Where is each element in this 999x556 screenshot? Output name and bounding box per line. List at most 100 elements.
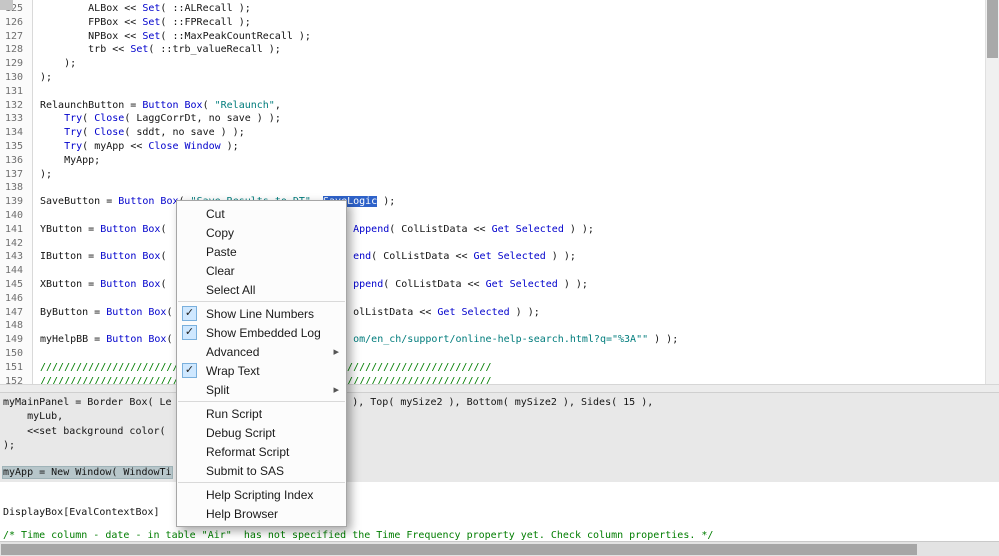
menu-item-submit-to-sas[interactable]: Submit to SAS [177,461,346,480]
menu-icon-spacer [182,282,197,297]
line-number: 138 [0,181,32,195]
log-line: DisplayBox[EvalContextBox] [3,506,160,519]
checkmark-icon: ✓ [182,325,197,340]
line-number: 136 [0,154,32,168]
log-line: myApp = New Window( WindowTi [3,466,172,479]
line-number: 131 [0,85,32,99]
menu-item-help-browser[interactable]: Help Browser [177,504,346,523]
menu-item-split[interactable]: Split▸ [177,380,346,399]
menu-item-advanced[interactable]: Advanced▸ [177,342,346,361]
line-number: 139 [0,195,32,209]
menu-icon-spacer [182,382,197,397]
line-number: 148 [0,319,32,333]
menu-icon-spacer [182,444,197,459]
code-line[interactable]: Try( Close( LaggCorrDt, no save ) ); [40,112,985,126]
line-number: 143 [0,250,32,264]
line-number: 142 [0,237,32,251]
vertical-scrollbar-thumb[interactable] [987,0,998,58]
menu-item-clear[interactable]: Clear [177,261,346,280]
menu-item-label: Show Embedded Log [206,326,339,340]
line-number: 145 [0,278,32,292]
menu-item-label: Cut [206,207,339,221]
menu-item-paste[interactable]: Paste [177,242,346,261]
line-number: 141 [0,223,32,237]
code-line[interactable] [40,181,985,195]
line-number: 149 [0,333,32,347]
menu-icon-spacer [182,344,197,359]
menu-icon-spacer [182,406,197,421]
code-line[interactable]: ); [40,57,985,71]
menu-icon-spacer [182,244,197,259]
line-number: 137 [0,168,32,182]
code-line[interactable]: ); [40,71,985,85]
menu-icon-spacer [182,463,197,478]
code-line[interactable]: MyApp; [40,154,985,168]
menu-item-label: Run Script [206,407,339,421]
jmp-script-editor-window: 1251261271281291301311321331341351361371… [0,0,999,556]
menu-item-label: Paste [206,245,339,259]
pane-splitter[interactable] [0,384,999,393]
menu-item-wrap-text[interactable]: ✓Wrap Text [177,361,346,380]
code-line[interactable]: trb << Set( ::trb_valueRecall ); [40,43,985,57]
horizontal-scrollbar-thumb[interactable] [1,544,917,555]
line-number: 151 [0,361,32,375]
menu-item-debug-script[interactable]: Debug Script [177,423,346,442]
script-editor-pane[interactable]: 1251261271281291301311321331341351361371… [0,0,985,384]
line-number: 132 [0,99,32,113]
menu-item-show-line-numbers[interactable]: ✓ Show Line Numbers [177,304,346,323]
line-number: 126 [0,16,32,30]
line-number: 133 [0,112,32,126]
line-number: 152 [0,375,32,384]
code-line[interactable]: ALBox << Set( ::ALRecall ); [40,2,985,16]
submenu-arrow-icon: ▸ [333,383,339,396]
horizontal-scrollbar[interactable] [0,541,999,556]
code-line[interactable]: NPBox << Set( ::MaxPeakCountRecall ); [40,30,985,44]
line-number: 140 [0,209,32,223]
menu-item-label: Advanced [206,345,333,359]
menu-item-label: Copy [206,226,339,240]
menu-separator [178,482,345,483]
line-number: 150 [0,347,32,361]
line-number: 129 [0,57,32,71]
menu-item-help-scripting-index[interactable]: Help Scripting Index [177,485,346,504]
vertical-scrollbar[interactable] [985,0,999,384]
menu-item-label: Reformat Script [206,445,339,459]
menu-item-label: Help Scripting Index [206,488,339,502]
log-line: myLub, [3,410,63,423]
menu-item-reformat-script[interactable]: Reformat Script [177,442,346,461]
menu-item-label: Submit to SAS [206,464,339,478]
menu-item-label: Split [206,383,333,397]
menu-item-label: Select All [206,283,339,297]
line-number: 130 [0,71,32,85]
menu-icon-spacer [182,425,197,440]
menu-item-copy[interactable]: Copy [177,223,346,242]
menu-item-label: Help Browser [206,507,339,521]
code-line[interactable]: Try( Close( sddt, no save ) ); [40,126,985,140]
embedded-log-pane[interactable]: myMainPanel = Border Box( Le ), Top( myS… [0,393,999,541]
code-line[interactable]: ); [40,168,985,182]
gutter-corner-box [0,0,13,10]
line-number: 135 [0,140,32,154]
code-line[interactable]: Try( myApp << Close Window ); [40,140,985,154]
line-number: 127 [0,30,32,44]
code-line[interactable] [40,85,985,99]
menu-item-label: Clear [206,264,339,278]
line-number: 147 [0,306,32,320]
menu-item-show-embedded-log[interactable]: ✓ Show Embedded Log [177,323,346,342]
context-menu: Cut Copy Paste Clear Select All ✓ Show Line Nu… [176,200,347,527]
menu-icon-spacer [182,225,197,240]
menu-item-select-all[interactable]: Select All [177,280,346,299]
menu-icon-spacer [182,487,197,502]
code-line[interactable]: RelaunchButton = Button Box( "Relaunch", [40,99,985,113]
menu-icon-spacer [182,506,197,521]
checkmark-icon: ✓ [182,306,197,321]
code-line[interactable]: FPBox << Set( ::FPRecall ); [40,16,985,30]
menu-item-label: Debug Script [206,426,339,440]
menu-item-label: Show Line Numbers [206,307,339,321]
line-number: 134 [0,126,32,140]
menu-separator [178,401,345,402]
menu-item-cut[interactable]: Cut [177,204,346,223]
line-number: 144 [0,264,32,278]
line-number: 128 [0,43,32,57]
menu-item-run-script[interactable]: Run Script [177,404,346,423]
